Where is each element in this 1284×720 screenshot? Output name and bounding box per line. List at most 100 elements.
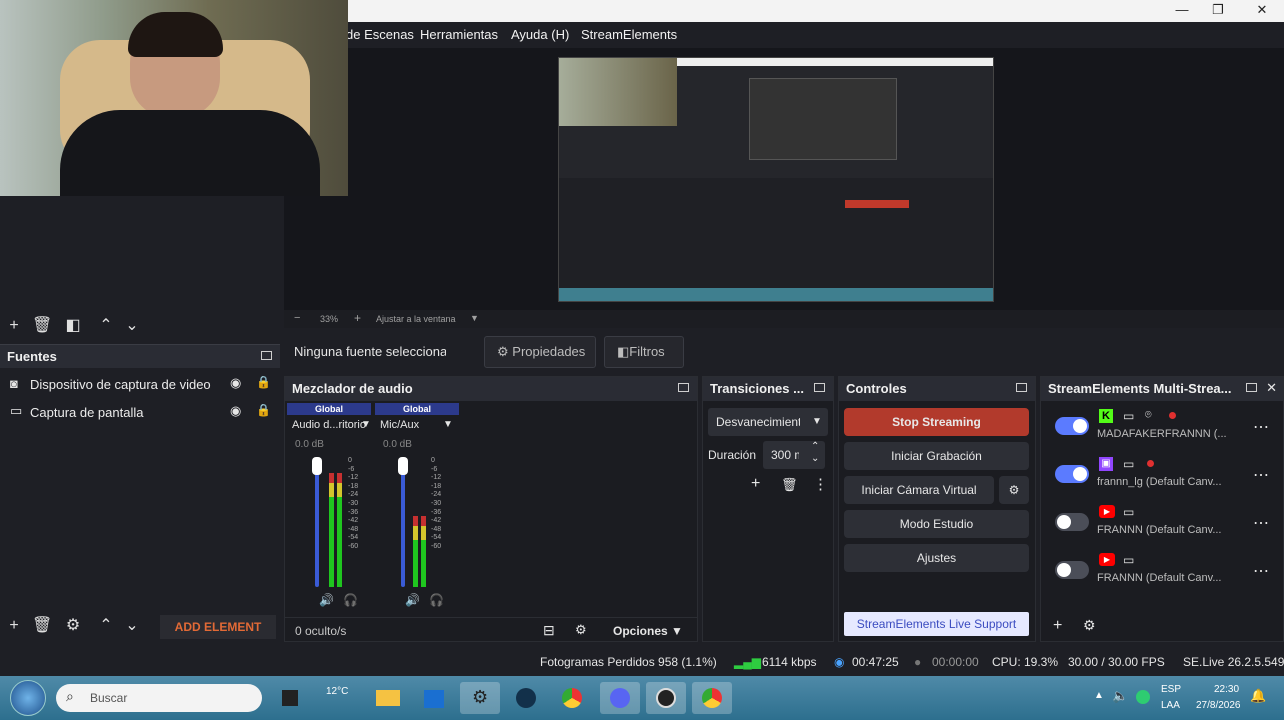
options-button[interactable]: Opciones ▼	[613, 624, 683, 638]
mixer-channel: Global Audio d...ritorio ▼ 0.0 dB 0 -6 -12…	[287, 403, 371, 613]
start-button[interactable]	[10, 680, 46, 716]
studio-mode-button[interactable]: Modo Estudio	[844, 510, 1029, 538]
search-box[interactable]: ⌕ Buscar	[56, 684, 262, 712]
stream-toggle[interactable]	[1055, 513, 1089, 531]
lock-icon[interactable]: 🔒	[256, 375, 271, 389]
file-explorer-icon[interactable]	[368, 682, 408, 714]
meter-red	[337, 472, 342, 483]
menu-scene-collection[interactable]: de Escenas	[346, 27, 414, 42]
obs-icon[interactable]	[646, 682, 686, 714]
zoom-out-button[interactable]: −	[294, 312, 300, 324]
steam-icon[interactable]	[506, 682, 546, 714]
clock-time[interactable]: 22:30	[1214, 684, 1239, 695]
fit-window-label[interactable]: Ajustar a la ventana	[376, 314, 456, 324]
volume-icon[interactable]: 🔈	[1112, 688, 1128, 704]
more-icon[interactable]: ⋯	[1253, 561, 1269, 581]
filters-button[interactable]: ◧Filtros	[604, 336, 684, 368]
chevron-down-icon[interactable]: ▼	[443, 419, 453, 430]
chevron-down-icon[interactable]: ▼	[361, 419, 371, 430]
store-icon[interactable]	[414, 682, 454, 714]
network-icon[interactable]	[1136, 690, 1150, 704]
weather-icon[interactable]: 12°C	[320, 682, 360, 714]
speaker-icon[interactable]: 🔊	[405, 593, 420, 607]
up-arrow-icon[interactable]: ⌃	[97, 317, 115, 335]
clock-date[interactable]: 27/8/2026	[1196, 700, 1241, 711]
more-icon[interactable]: ⋯	[1253, 417, 1269, 437]
layout-icon[interactable]: ⊟	[543, 622, 555, 639]
volume-knob[interactable]	[398, 457, 408, 475]
stream-toggle[interactable]	[1055, 561, 1089, 579]
menu-help[interactable]: Ayuda (H)	[511, 27, 569, 42]
record-time: 00:00:00	[932, 655, 979, 669]
gear-icon[interactable]: ⚙	[575, 622, 587, 638]
trash-icon[interactable]: 🗑	[32, 317, 52, 335]
maximize-button[interactable]: ❐	[1196, 0, 1240, 20]
chevron-down-icon[interactable]: ⌄	[811, 453, 819, 464]
menu-tools[interactable]: Herramientas	[420, 27, 498, 42]
down-arrow-icon[interactable]: ⌄	[123, 317, 141, 335]
stream-toggle[interactable]	[1055, 465, 1089, 483]
filter-icon: ◧	[617, 344, 630, 359]
volume-knob[interactable]	[312, 457, 322, 475]
filter-icon[interactable]: ◧	[64, 317, 82, 335]
virtual-camera-settings[interactable]: ⚙	[999, 476, 1029, 504]
gear-icon[interactable]: ⚙	[64, 617, 82, 635]
start-recording-button[interactable]: Iniciar Grabación	[844, 442, 1029, 470]
shirt	[60, 110, 320, 196]
down-arrow-icon[interactable]: ⌄	[123, 617, 141, 635]
speaker-icon[interactable]: 🔊	[319, 593, 334, 607]
volume-slider[interactable]	[315, 457, 319, 587]
source-item[interactable]: ▭ Captura de pantalla ◉ 🔒	[0, 398, 280, 426]
trash-icon[interactable]: 🗑	[32, 617, 52, 635]
close-button[interactable]: ✕	[1240, 0, 1284, 20]
close-icon[interactable]: ✕	[1266, 380, 1277, 396]
dock-float-icon[interactable]	[1016, 383, 1027, 392]
stream-toggle[interactable]	[1055, 417, 1089, 435]
add-icon[interactable]: +	[1053, 617, 1062, 635]
menu-streamelements[interactable]: StreamElements	[581, 27, 677, 42]
chrome-icon[interactable]	[552, 682, 592, 714]
lock-icon[interactable]: 🔒	[256, 403, 271, 417]
duration-spinbox[interactable]: 300 ms ⌃ ⌄	[763, 441, 825, 469]
stop-streaming-button[interactable]: Stop Streaming	[844, 408, 1029, 436]
zoom-in-button[interactable]: +	[354, 311, 361, 325]
more-icon[interactable]: ⋯	[1253, 465, 1269, 485]
up-arrow-icon[interactable]: ⌃	[97, 617, 115, 635]
multistream-dock: StreamElements Multi-Strea... ✕ K ▭ ⌾ MA…	[1040, 376, 1284, 642]
eye-icon[interactable]: ◉	[230, 375, 241, 391]
add-icon[interactable]: +	[5, 317, 23, 335]
source-item[interactable]: ◙ Dispositivo de captura de video ◉ 🔒	[0, 370, 280, 398]
dock-float-icon[interactable]	[678, 383, 689, 392]
volume-slider[interactable]	[401, 457, 405, 587]
notification-icon[interactable]: 🔔	[1250, 688, 1266, 704]
gear-icon[interactable]: ⚙	[1083, 617, 1096, 634]
chevron-up-icon[interactable]: ⌃	[811, 441, 819, 452]
keyboard-layout-label[interactable]: LAA	[1161, 700, 1180, 711]
properties-button[interactable]: ⚙ Propiedades	[484, 336, 596, 368]
discord-icon[interactable]	[600, 682, 640, 714]
chrome-2-icon[interactable]	[692, 682, 732, 714]
more-icon[interactable]: ⋮	[813, 475, 828, 493]
stream-preview[interactable]	[558, 57, 994, 302]
trash-icon[interactable]: 🗑	[781, 477, 798, 493]
eye-icon[interactable]: ◉	[230, 403, 241, 419]
headphones-icon[interactable]: 🎧	[429, 593, 444, 607]
headphones-icon[interactable]: 🎧	[343, 593, 358, 607]
transition-select[interactable]: Desvanecimiento ▼	[708, 408, 828, 436]
settings-button[interactable]: Ajustes	[844, 544, 1029, 572]
add-element-button[interactable]: ADD ELEMENT	[160, 615, 276, 639]
add-icon[interactable]: +	[751, 475, 760, 493]
dock-float-icon[interactable]	[261, 351, 272, 360]
preview-titlebar	[677, 58, 993, 66]
chevron-down-icon[interactable]: ▼	[470, 313, 479, 323]
dock-float-icon[interactable]	[1246, 383, 1257, 392]
task-view-icon[interactable]	[270, 682, 310, 714]
language-label[interactable]: ESP	[1161, 684, 1181, 695]
start-virtual-camera-button[interactable]: Iniciar Cámara Virtual	[844, 476, 994, 504]
live-support-button[interactable]: StreamElements Live Support	[844, 612, 1029, 636]
tray-chevron-icon[interactable]: ▲	[1094, 690, 1104, 701]
dock-float-icon[interactable]	[814, 383, 825, 392]
more-icon[interactable]: ⋯	[1253, 513, 1269, 533]
add-icon[interactable]: +	[5, 617, 23, 635]
settings-app-icon[interactable]: ⚙	[460, 682, 500, 714]
